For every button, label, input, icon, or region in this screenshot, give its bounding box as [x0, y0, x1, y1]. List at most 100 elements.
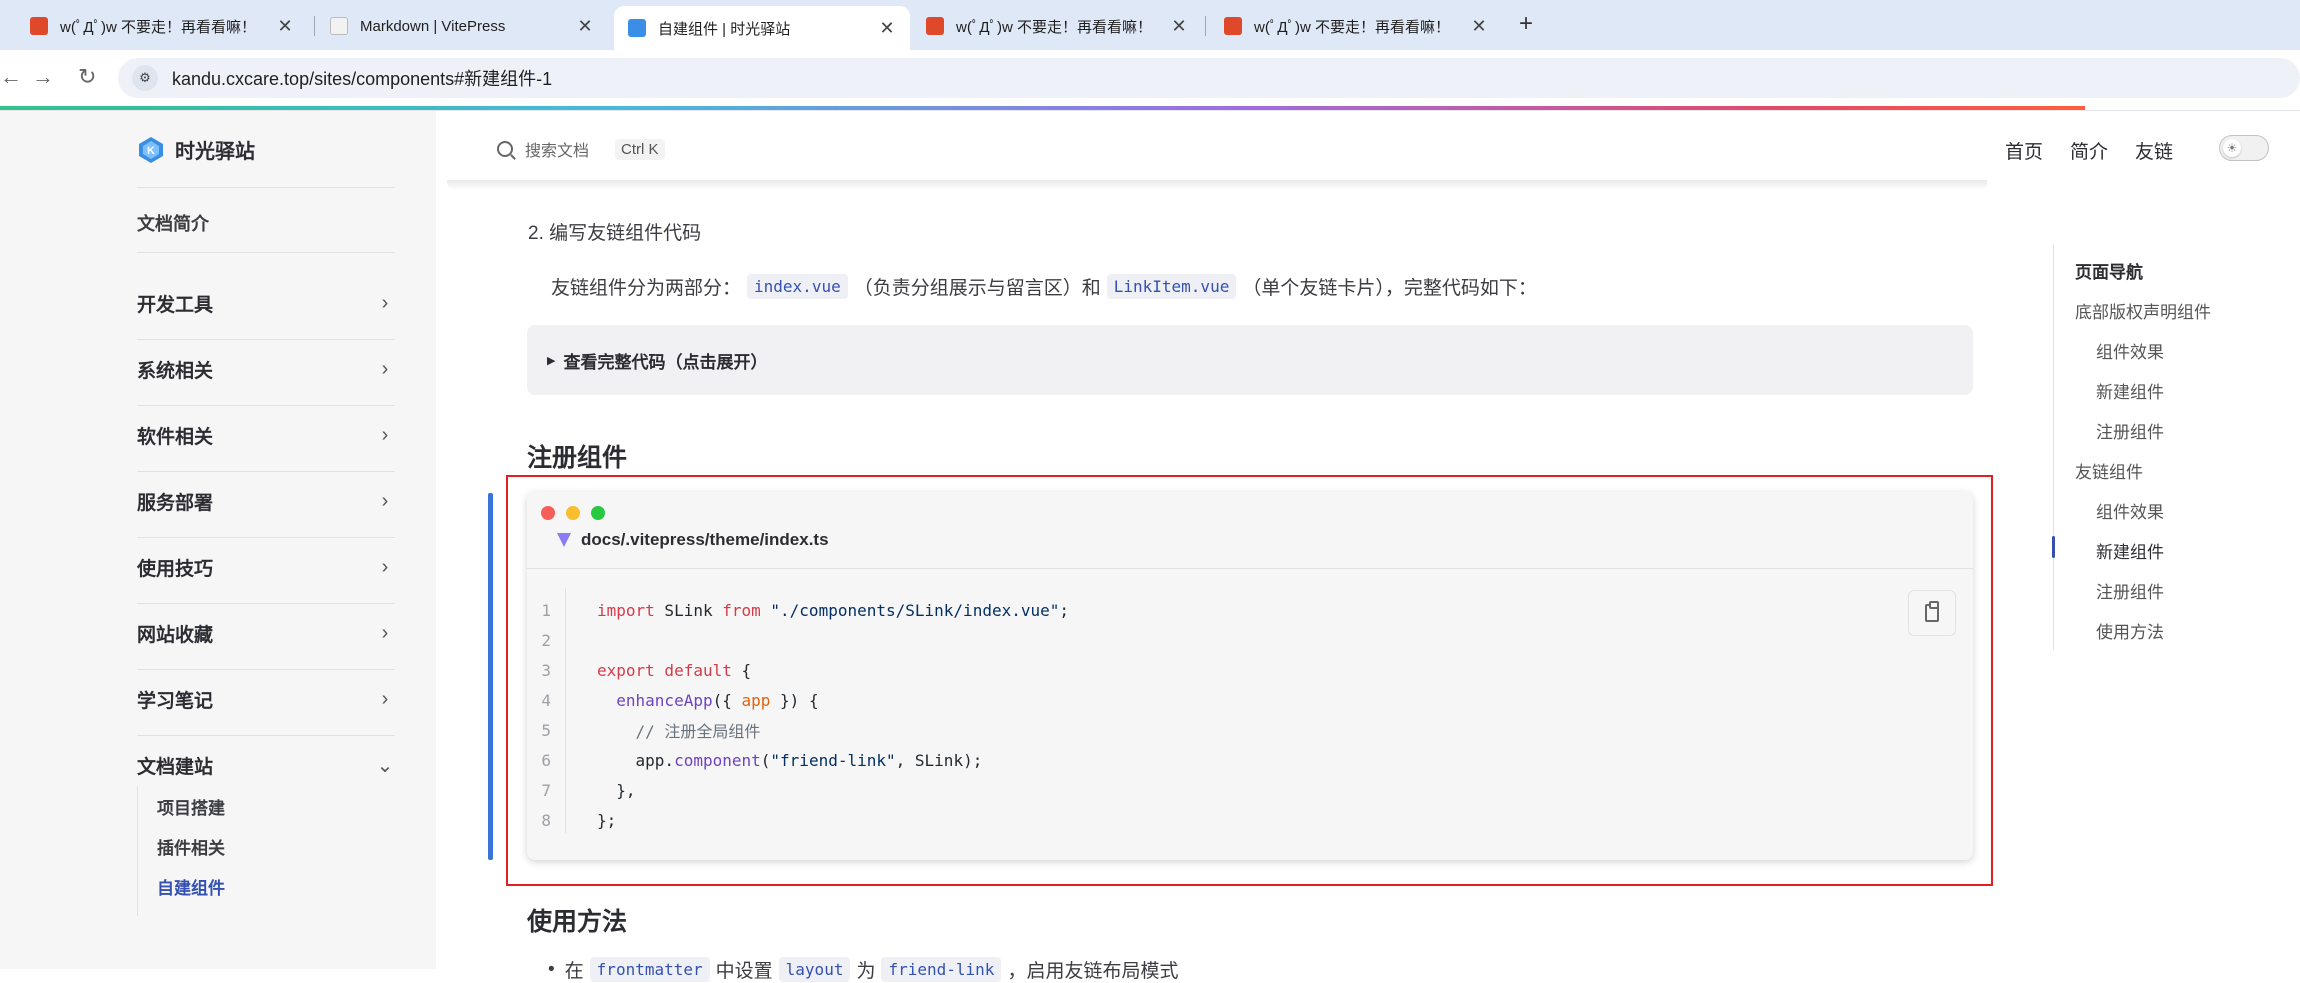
tab-title: Markdown | VitePress	[360, 17, 506, 35]
tab-close-icon[interactable]: ✕	[276, 16, 294, 37]
site-info-icon[interactable]: ⚙	[132, 65, 158, 91]
outline-item[interactable]: 友链组件	[2075, 458, 2143, 483]
outline-item[interactable]: 注册组件	[2096, 578, 2164, 603]
url-text: kandu.cxcare.top/sites/components#新建组件-1	[172, 69, 553, 89]
code-token: "./components/SLink/index.vue"	[760, 600, 1060, 620]
new-tab-button[interactable]: +	[1512, 10, 1540, 38]
line-number: 3	[541, 660, 551, 680]
nav-link-home[interactable]: 首页	[2005, 137, 2043, 164]
para-text: （单个友链卡片），完整代码如下：	[1242, 278, 1537, 299]
intro-paragraph: 友链组件分为两部分： index.vue （负责分组展示与留言区）和 LinkI…	[551, 273, 1537, 300]
tab-close-icon[interactable]: ✕	[576, 16, 594, 37]
inline-code: layout	[778, 957, 851, 982]
sidebar-group-label: 开发工具	[137, 294, 214, 316]
usage-text: ，启用友链布局模式	[1007, 961, 1179, 982]
sidebar-group-tips[interactable]: 使用技巧 ›	[137, 534, 395, 600]
browser-tab-3-active[interactable]: 自建组件 | 时光驿站 ✕	[614, 6, 910, 50]
browser-tab-bar: w(ﾟДﾟ)w 不要走！再看看嘛！ ✕ Markdown | VitePress…	[0, 0, 2300, 50]
code-token: (	[760, 750, 771, 770]
outline-item[interactable]: 组件效果	[2096, 498, 2164, 523]
reload-icon[interactable]: ↻	[78, 64, 96, 90]
sidebar-item-intro[interactable]: 文档简介	[137, 210, 209, 236]
tab-title: w(ﾟДﾟ)w 不要走！再看看嘛！	[956, 18, 1152, 36]
url-field[interactable]: ⚙ kandu.cxcare.top/sites/components#新建组件…	[118, 58, 2300, 98]
chevron-right-icon: ›	[381, 357, 389, 380]
nav-link-intro[interactable]: 简介	[2070, 137, 2108, 164]
inline-code: index.vue	[747, 274, 848, 299]
code-token: "friend-link"	[770, 750, 896, 770]
browser-tab-1[interactable]: w(ﾟДﾟ)w 不要走！再看看嘛！ ✕	[16, 6, 308, 46]
back-icon[interactable]: ←	[0, 64, 22, 90]
sidebar-group-label: 文档建站	[137, 756, 214, 778]
dot-yellow-icon	[566, 506, 580, 520]
scroll-indicator	[488, 493, 493, 860]
browser-tab-5[interactable]: w(ﾟДﾟ)w 不要走！再看看嘛！ ✕	[1210, 6, 1502, 46]
search-placeholder: 搜索文档	[525, 143, 590, 160]
line-number: 6	[541, 750, 551, 770]
sidebar-group-deploy[interactable]: 服务部署 ›	[137, 468, 395, 534]
sidebar-group-label: 软件相关	[137, 426, 214, 448]
para-text: 友链组件分为两部分：	[551, 278, 742, 299]
sidebar-group-notes[interactable]: 学习笔记 ›	[137, 666, 395, 732]
outline-rail	[2053, 245, 2054, 650]
outline-item[interactable]: 底部版权声明组件	[2075, 298, 2211, 323]
line-number: 4	[541, 690, 551, 710]
tab-close-icon[interactable]: ✕	[1470, 16, 1488, 37]
inline-code: friend-link	[881, 957, 1002, 982]
step-heading: 2. 编写友链组件代码	[528, 223, 702, 244]
code-filename: docs/.vitepress/theme/index.ts	[557, 530, 829, 550]
code-token: // 注册全局组件	[597, 722, 761, 741]
usage-text: 在	[564, 961, 584, 982]
address-bar-row: ← → ↻ ⚙ kandu.cxcare.top/sites/component…	[0, 50, 2300, 108]
code-line: 4 enhanceApp({ app }) {	[527, 685, 819, 715]
code-token: {	[731, 660, 752, 680]
browser-tab-4[interactable]: w(ﾟДﾟ)w 不要走！再看看嘛！ ✕	[912, 6, 1202, 46]
outline-item-active[interactable]: 新建组件	[2096, 538, 2164, 563]
outline-title: 页面导航	[2075, 263, 2143, 282]
code-block: docs/.vitepress/theme/index.ts 1 import …	[527, 492, 1973, 860]
site-logo[interactable]: K 时光驿站	[137, 135, 255, 164]
tab-close-icon[interactable]: ✕	[878, 18, 896, 39]
usage-text: 为	[856, 961, 876, 982]
outline-item[interactable]: 新建组件	[2096, 378, 2164, 403]
code-token: },	[597, 780, 636, 800]
sidebar-item-custom-components[interactable]: 自建组件	[157, 874, 225, 899]
tab-favicon-icon	[1224, 17, 1242, 35]
sidebar-group-software[interactable]: 软件相关 ›	[137, 402, 395, 468]
forward-icon[interactable]: →	[32, 64, 54, 90]
code-token: app.	[597, 750, 675, 770]
code-token: }) {	[770, 690, 819, 710]
search-button[interactable]: 搜索文档 Ctrl K	[497, 137, 665, 161]
triangle-right-icon: ▶	[547, 354, 556, 367]
sidebar-group-label: 学习笔记	[137, 690, 214, 712]
copy-code-button[interactable]	[1908, 590, 1956, 636]
tab-title: 自建组件 | 时光驿站	[658, 20, 791, 38]
outline-item[interactable]: 组件效果	[2096, 338, 2164, 363]
code-token: SLink	[654, 600, 723, 620]
sidebar-group-dev-tools[interactable]: 开发工具 ›	[137, 270, 395, 336]
filename-text: docs/.vitepress/theme/index.ts	[581, 530, 829, 549]
code-line: 8 };	[527, 805, 616, 835]
code-token: ;	[1059, 600, 1070, 620]
sun-icon: ☀	[2223, 139, 2241, 157]
sidebar-group-label: 网站收藏	[137, 624, 214, 646]
code-line: 5 // 注册全局组件	[527, 715, 760, 745]
sidebar-item-project-setup[interactable]: 项目搭建	[157, 794, 225, 819]
sidebar-group-bookmarks[interactable]: 网站收藏 ›	[137, 600, 395, 666]
line-number: 1	[541, 600, 551, 620]
code-token: };	[597, 810, 617, 830]
tab-close-icon[interactable]: ✕	[1170, 16, 1188, 37]
sidebar-group-system[interactable]: 系统相关 ›	[137, 336, 395, 402]
details-toggle[interactable]: ▶ 查看完整代码（点击展开）	[527, 325, 1973, 395]
nav-link-friends[interactable]: 友链	[2135, 137, 2173, 164]
outline-item[interactable]: 注册组件	[2096, 418, 2164, 443]
theme-toggle[interactable]: ☀	[2219, 135, 2269, 161]
navbar-shadow	[447, 180, 1987, 190]
outline-item[interactable]: 使用方法	[2096, 618, 2164, 643]
chevron-down-icon: ⌄	[376, 754, 394, 777]
browser-tab-2[interactable]: Markdown | VitePress ✕	[316, 6, 608, 46]
sidebar-item-plugins[interactable]: 插件相关	[157, 834, 225, 859]
divider	[137, 187, 395, 188]
sidebar-group-docsite[interactable]: 文档建站 ⌄	[137, 732, 395, 798]
outline-active-marker	[2052, 536, 2055, 558]
